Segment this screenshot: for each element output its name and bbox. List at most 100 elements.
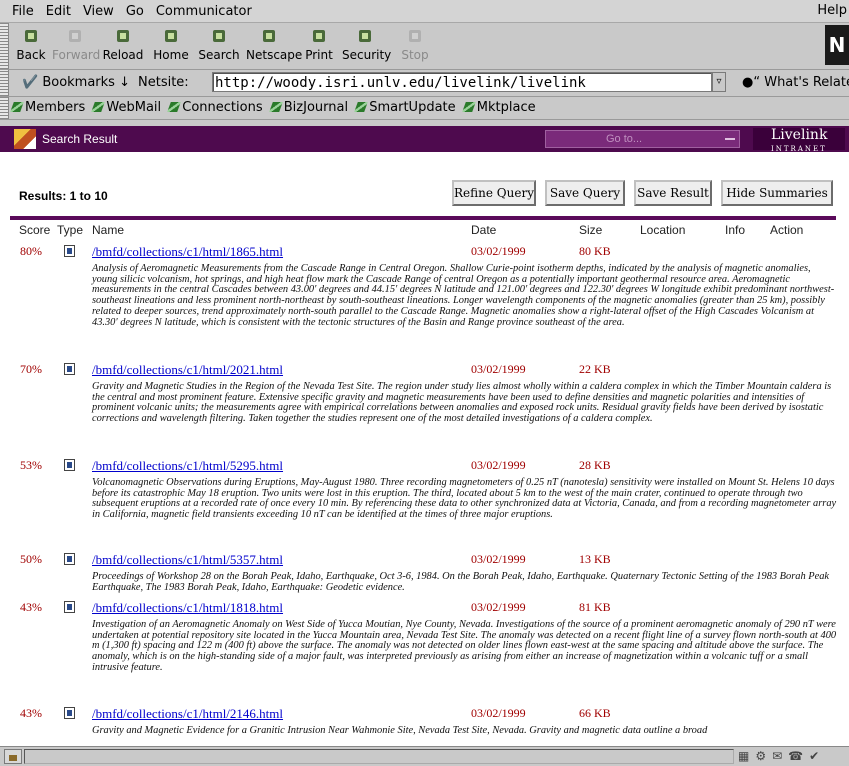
- result-date: 03/02/1999: [471, 600, 526, 614]
- whats-related-label: What's Relate: [764, 75, 849, 90]
- html-document-icon[interactable]: [64, 459, 75, 471]
- menu-edit[interactable]: Edit: [46, 4, 71, 19]
- result-row: 43% /bmfd/collections/c1/html/1818.html 03…: [0, 600, 849, 707]
- result-summary: Analysis of Aeromagnetic Measurements fr…: [92, 263, 835, 328]
- result-link[interactable]: /bmfd/collections/c1/html/1865.html: [92, 244, 283, 260]
- result-size: 81 KB: [579, 600, 611, 614]
- search-button[interactable]: Search: [196, 26, 242, 62]
- personal-bizjournal-label: BizJournal: [283, 100, 349, 115]
- component-bar-icons[interactable]: ▦⚙✉☎✔: [738, 749, 825, 763]
- hide-summaries-button[interactable]: Hide Summaries: [721, 180, 833, 206]
- home-button[interactable]: Home: [148, 26, 194, 62]
- divider: [10, 216, 836, 220]
- result-link[interactable]: /bmfd/collections/c1/html/2021.html: [92, 362, 283, 378]
- result-date: 03/02/1999: [471, 458, 526, 472]
- html-document-icon[interactable]: [64, 707, 75, 719]
- forward-button[interactable]: Forward: [52, 26, 100, 62]
- bookmarks-button[interactable]: ✔️ Bookmarks ↓: [22, 75, 130, 90]
- logo-sub-text: INTRANET: [771, 145, 827, 153]
- result-date: 03/02/1999: [471, 706, 526, 720]
- stop-icon: [404, 26, 426, 46]
- reload-button[interactable]: Reload: [100, 26, 146, 62]
- print-label: Print: [305, 48, 333, 62]
- home-icon: [160, 26, 182, 46]
- back-arrow-icon: [20, 26, 42, 46]
- bookmark-pen-icon: [167, 102, 182, 112]
- page-title: Search Result: [42, 132, 118, 146]
- html-document-icon[interactable]: [64, 363, 75, 375]
- goto-select[interactable]: Go to...: [545, 130, 740, 148]
- result-score: 70%: [20, 362, 42, 376]
- back-label: Back: [16, 48, 46, 62]
- security-lock-icon[interactable]: [4, 749, 22, 764]
- personal-smartupdate[interactable]: SmartUpdate: [354, 100, 456, 115]
- print-icon: [308, 26, 330, 46]
- bookmark-pen-icon: [268, 102, 283, 112]
- netscape-button[interactable]: Netscape: [246, 26, 302, 62]
- result-date: 03/02/1999: [471, 552, 526, 566]
- location-grip[interactable]: [0, 70, 9, 96]
- personal-members[interactable]: Members: [10, 100, 85, 115]
- col-date[interactable]: Date: [471, 223, 496, 237]
- results-count: Results: 1 to 10: [19, 189, 108, 203]
- security-button[interactable]: Security: [342, 26, 391, 62]
- refine-query-button[interactable]: Refine Query: [452, 180, 536, 206]
- col-size[interactable]: Size: [579, 223, 602, 237]
- col-location[interactable]: Location: [640, 223, 685, 237]
- personal-grip[interactable]: [0, 97, 9, 119]
- personal-webmail-label: WebMail: [106, 100, 162, 115]
- result-link[interactable]: /bmfd/collections/c1/html/1818.html: [92, 600, 283, 616]
- menu-go[interactable]: Go: [126, 4, 144, 19]
- result-score: 43%: [20, 600, 42, 614]
- result-link[interactable]: /bmfd/collections/c1/html/2146.html: [92, 706, 283, 722]
- result-score: 53%: [20, 458, 42, 472]
- result-row: 50% /bmfd/collections/c1/html/5357.html 03…: [0, 552, 849, 595]
- col-name[interactable]: Name: [92, 223, 124, 237]
- personal-connections[interactable]: Connections: [167, 100, 263, 115]
- menu-view[interactable]: View: [83, 4, 114, 19]
- netscape-label: Netscape: [246, 48, 303, 62]
- home-label: Home: [153, 48, 189, 62]
- bookmark-pen-icon: [354, 102, 369, 112]
- status-text: [24, 749, 734, 764]
- result-link[interactable]: /bmfd/collections/c1/html/5357.html: [92, 552, 283, 568]
- save-query-button[interactable]: Save Query: [545, 180, 625, 206]
- search-label: Search: [198, 48, 240, 62]
- navigation-toolbar: Back Forward Reload Home Search Netscape Print…: [0, 23, 849, 70]
- stop-button[interactable]: Stop: [392, 26, 438, 62]
- html-document-icon[interactable]: [64, 245, 75, 257]
- menu-communicator[interactable]: Communicator: [156, 4, 252, 19]
- html-document-icon[interactable]: [64, 553, 75, 565]
- personal-webmail[interactable]: WebMail: [91, 100, 162, 115]
- menu-help[interactable]: Help: [817, 3, 847, 18]
- url-input[interactable]: http://woody.isri.unlv.edu/livelink/live…: [212, 72, 712, 92]
- personal-mktplace[interactable]: Mktplace: [461, 100, 536, 115]
- result-size: 66 KB: [579, 706, 611, 720]
- personal-bizjournal[interactable]: BizJournal: [268, 100, 349, 115]
- result-summary: Gravity and Magnetic Evidence for a Gran…: [92, 725, 708, 736]
- menu-bar: File Edit View Go Communicator Help: [0, 0, 849, 23]
- result-date: 03/02/1999: [471, 362, 526, 376]
- result-score: 50%: [20, 552, 42, 566]
- url-dropdown-button[interactable]: ▿: [712, 72, 726, 92]
- bookmark-pen-icon: [10, 102, 24, 112]
- result-summary: Volcanomagnetic Observations during Erup…: [92, 477, 837, 521]
- result-size: 28 KB: [579, 458, 611, 472]
- menu-file[interactable]: File: [12, 4, 34, 19]
- col-score[interactable]: Score: [19, 223, 50, 237]
- search-icon: [208, 26, 230, 46]
- bookmark-pen-icon: [91, 102, 106, 112]
- netsite-label: Netsite:: [138, 75, 189, 90]
- result-summary: Investigation of an Aeromagnetic Anomaly…: [92, 619, 837, 673]
- stop-label: Stop: [401, 48, 429, 62]
- print-button[interactable]: Print: [296, 26, 342, 62]
- col-action: Action: [770, 223, 804, 237]
- result-link[interactable]: /bmfd/collections/c1/html/5295.html: [92, 458, 283, 474]
- reload-label: Reload: [102, 48, 144, 62]
- whats-related-button[interactable]: ●“ What's Relate: [742, 75, 849, 90]
- save-result-button[interactable]: Save Result: [634, 180, 712, 206]
- html-document-icon[interactable]: [64, 601, 75, 613]
- result-size: 22 KB: [579, 362, 611, 376]
- col-type[interactable]: Type: [57, 223, 83, 237]
- back-button[interactable]: Back: [8, 26, 54, 62]
